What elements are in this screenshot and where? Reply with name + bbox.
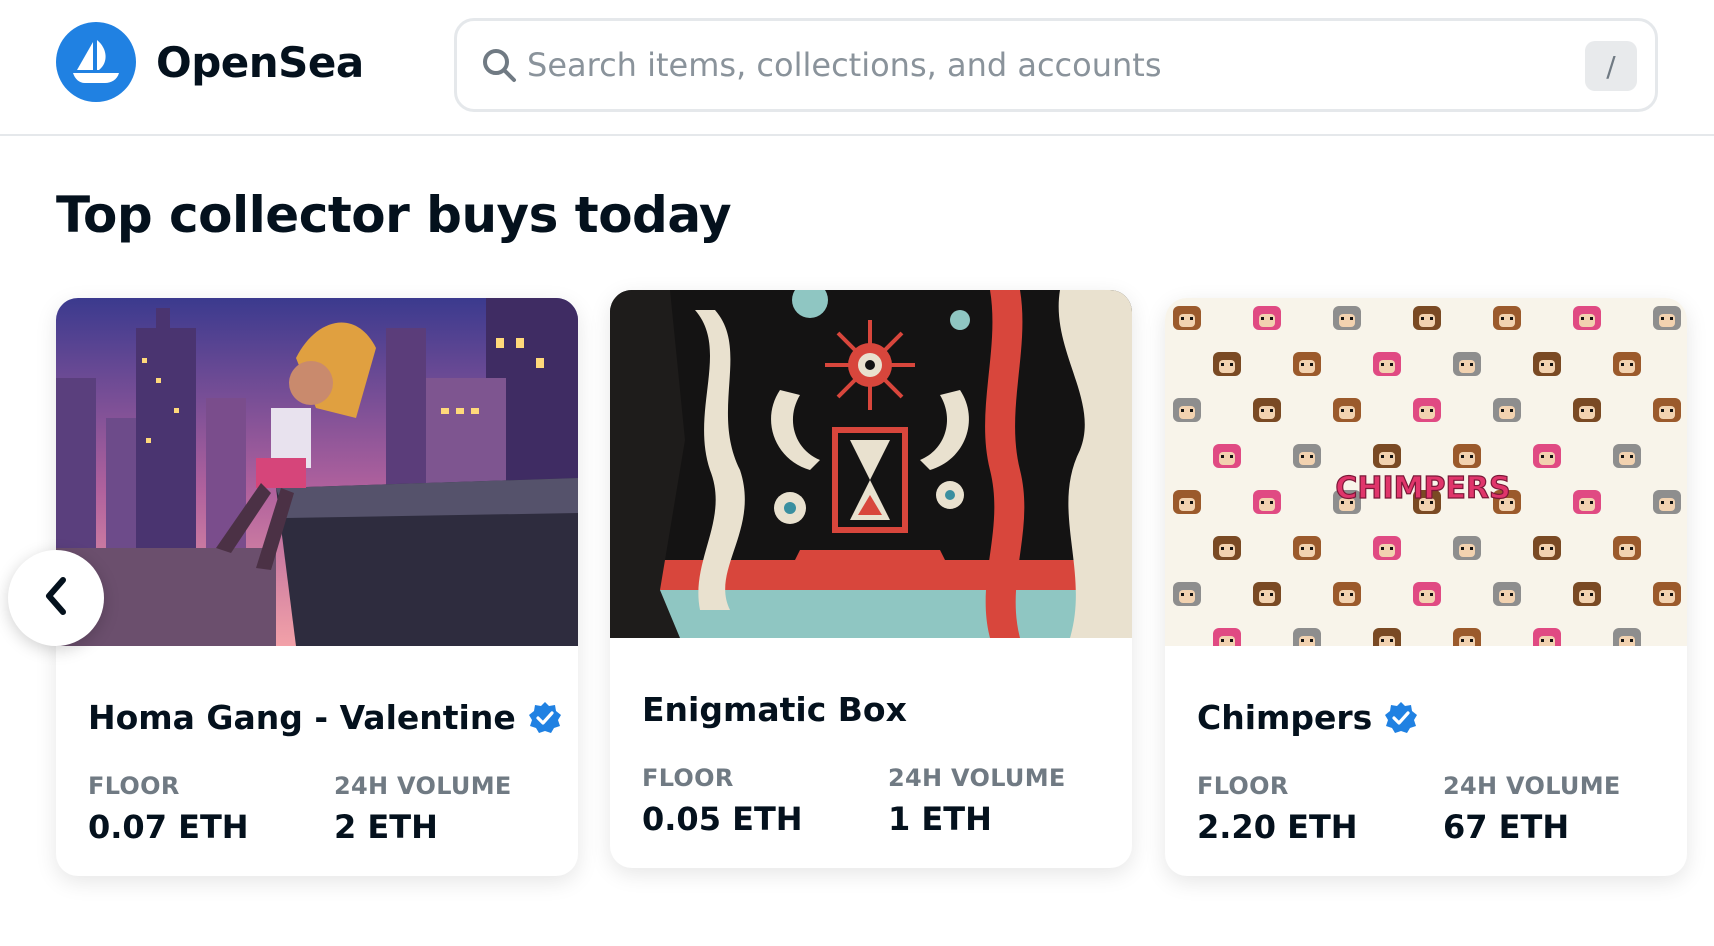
- chimp-face-pattern: [1493, 306, 1521, 330]
- chimp-face-pattern: [1333, 398, 1361, 422]
- chimp-face-pattern: [1573, 306, 1601, 330]
- chimp-face-pattern: [1173, 490, 1201, 514]
- chimp-face-pattern: [1373, 536, 1401, 560]
- collection-image: CHIMPERS: [1165, 298, 1687, 646]
- floor-value: 0.07 ETH: [88, 808, 249, 846]
- volume-label: 24H VOLUME: [334, 772, 512, 800]
- chimp-face-pattern: [1653, 398, 1681, 422]
- carousel-prev-button[interactable]: [8, 550, 104, 646]
- search-input[interactable]: [527, 46, 1527, 84]
- chimp-face-pattern: [1493, 582, 1521, 606]
- chimp-face-pattern: [1253, 490, 1281, 514]
- collection-name-text: Enigmatic Box: [642, 690, 907, 729]
- chimp-face-pattern: [1213, 352, 1241, 376]
- chimp-face-pattern: [1653, 490, 1681, 514]
- chimp-face-pattern: [1293, 444, 1321, 468]
- chimp-face-pattern: [1173, 398, 1201, 422]
- chimp-face-pattern: [1293, 536, 1321, 560]
- volume-value: 2 ETH: [334, 808, 438, 846]
- opensea-logo-link[interactable]: OpenSea: [56, 22, 364, 102]
- chimp-face-pattern: [1453, 536, 1481, 560]
- chevron-left-icon: [39, 576, 73, 620]
- verified-badge-icon: [1384, 701, 1418, 735]
- chimp-face-pattern: [1333, 582, 1361, 606]
- chimp-face-pattern: [1253, 398, 1281, 422]
- volume-value: 67 ETH: [1443, 808, 1570, 846]
- collection-card[interactable]: Homa Gang - Valentine FLOOR 0.07 ETH 24H…: [56, 298, 578, 876]
- card-info: Chimpers FLOOR 2.20 ETH 24H VOLUME 67 ET…: [1165, 646, 1687, 876]
- collection-image: [56, 298, 578, 646]
- collection-name: Enigmatic Box: [642, 690, 907, 729]
- chimp-face-pattern: [1173, 306, 1201, 330]
- chimp-face-pattern: [1373, 628, 1401, 646]
- search-shortcut-key: /: [1585, 41, 1637, 91]
- top-nav: OpenSea /: [0, 0, 1714, 136]
- chimp-face-pattern: [1613, 628, 1641, 646]
- chimp-face-pattern: [1613, 352, 1641, 376]
- brand-name: OpenSea: [156, 37, 364, 87]
- chimp-face-pattern: [1213, 628, 1241, 646]
- chimp-face-pattern: [1653, 582, 1681, 606]
- chimp-face-pattern: [1373, 352, 1401, 376]
- verified-badge-icon: [528, 701, 562, 735]
- search-icon: [479, 45, 519, 85]
- chimp-face-pattern: [1213, 444, 1241, 468]
- card-info: Enigmatic Box FLOOR 0.05 ETH 24H VOLUME …: [610, 638, 1132, 868]
- chimp-face-pattern: [1493, 398, 1521, 422]
- chimp-face-pattern: [1253, 582, 1281, 606]
- chimp-face-pattern: [1653, 306, 1681, 330]
- volume-label: 24H VOLUME: [1443, 772, 1621, 800]
- chimp-face-pattern: [1453, 444, 1481, 468]
- chimp-face-pattern: [1573, 490, 1601, 514]
- card-info: Homa Gang - Valentine FLOOR 0.07 ETH 24H…: [56, 646, 578, 876]
- collection-name: Homa Gang - Valentine: [88, 698, 562, 737]
- floor-value: 0.05 ETH: [642, 800, 803, 838]
- chimp-face-pattern: [1373, 444, 1401, 468]
- chimp-face-pattern: [1613, 444, 1641, 468]
- chimp-face-pattern: [1533, 536, 1561, 560]
- chimp-face-pattern: [1613, 536, 1641, 560]
- floor-label: FLOOR: [642, 764, 734, 792]
- search-bar[interactable]: /: [454, 18, 1658, 112]
- volume-value: 1 ETH: [888, 800, 992, 838]
- chimp-face-pattern: [1453, 352, 1481, 376]
- chimp-face-pattern: [1413, 306, 1441, 330]
- section-title: Top collector buys today: [56, 186, 732, 244]
- opensea-boat-icon: [56, 22, 136, 102]
- collection-card[interactable]: CHIMPERS Chimpers FLOOR 2.20 ETH 24H VOL…: [1165, 298, 1687, 876]
- chimp-face-pattern: [1533, 352, 1561, 376]
- volume-label: 24H VOLUME: [888, 764, 1066, 792]
- chimp-face-pattern: [1293, 352, 1321, 376]
- chimp-face-pattern: [1213, 536, 1241, 560]
- svg-text:CHIMPERS: CHIMPERS: [1335, 471, 1510, 506]
- chimp-face-pattern: [1293, 628, 1321, 646]
- collection-card[interactable]: Enigmatic Box FLOOR 0.05 ETH 24H VOLUME …: [610, 290, 1132, 868]
- floor-label: FLOOR: [88, 772, 180, 800]
- chimp-face-pattern: [1333, 306, 1361, 330]
- chimp-face-pattern: [1573, 398, 1601, 422]
- collection-image: [610, 290, 1132, 638]
- chimp-face-pattern: [1173, 582, 1201, 606]
- chimp-face-pattern: [1573, 582, 1601, 606]
- collection-name-text: Chimpers: [1197, 698, 1373, 737]
- floor-value: 2.20 ETH: [1197, 808, 1358, 846]
- chimp-face-pattern: [1533, 628, 1561, 646]
- chimp-face-pattern: [1253, 306, 1281, 330]
- chimp-face-pattern: [1413, 582, 1441, 606]
- chimp-face-pattern: [1453, 628, 1481, 646]
- floor-label: FLOOR: [1197, 772, 1289, 800]
- chimp-face-pattern: [1533, 444, 1561, 468]
- chimp-face-pattern: [1413, 398, 1441, 422]
- collection-name-text: Homa Gang - Valentine: [88, 698, 516, 737]
- collection-name: Chimpers: [1197, 698, 1418, 737]
